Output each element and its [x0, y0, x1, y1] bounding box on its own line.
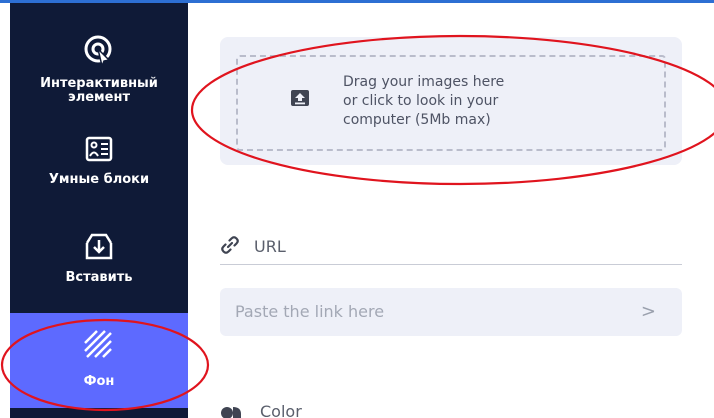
- link-input-placeholder: Paste the link here: [235, 302, 385, 321]
- insert-icon: [84, 231, 114, 261]
- interactive-element-icon: [82, 33, 116, 67]
- color-section-header: Color: [220, 398, 520, 418]
- sidebar-item-smart-blocks[interactable]: Умные блоки: [10, 135, 188, 205]
- dropzone-text: Drag your images here or click to look i…: [343, 73, 603, 130]
- sidebar-item-interactive-element[interactable]: Интерактивный элемент: [10, 33, 188, 123]
- background-icon: [83, 329, 115, 361]
- url-section-header: URL: [220, 233, 682, 265]
- sidebar-item-label: Умные блоки: [48, 172, 150, 187]
- color-label: Color: [260, 402, 302, 418]
- sidebar-item-insert[interactable]: Вставить: [10, 231, 188, 301]
- sidebar-item-label: Фон: [83, 374, 115, 389]
- link-icon: [220, 235, 240, 259]
- smart-blocks-icon: [84, 135, 114, 163]
- chevron-right-icon[interactable]: >: [641, 301, 656, 322]
- sidebar-item-background[interactable]: Фон: [10, 313, 188, 408]
- sidebar: Интерактивный элемент Умные блоки Встави…: [10, 3, 188, 418]
- background-panel: Drag your images here or click to look i…: [188, 3, 714, 418]
- sidebar-item-label: Интерактивный: [40, 76, 158, 91]
- sidebar-item-label: Вставить: [65, 270, 133, 285]
- upload-icon: [290, 89, 310, 111]
- color-icon: [220, 404, 246, 418]
- sidebar-item-label: элемент: [67, 90, 130, 105]
- link-url-input[interactable]: Paste the link here >: [220, 288, 682, 336]
- url-label: URL: [254, 237, 286, 256]
- dropzone-text-line: computer (5Mb max): [343, 112, 491, 128]
- dropzone-text-line: or click to look in your: [343, 93, 499, 109]
- dropzone-text-line: Drag your images here: [343, 74, 505, 90]
